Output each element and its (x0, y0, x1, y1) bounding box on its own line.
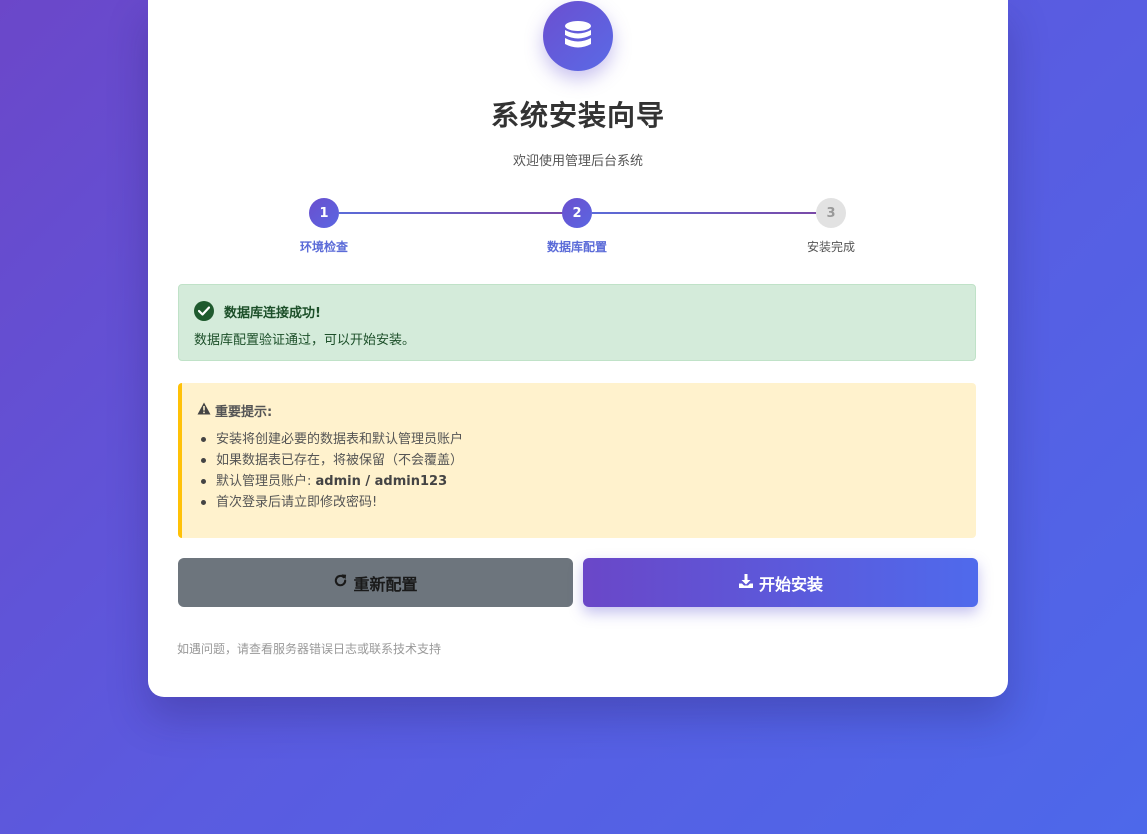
warning-alert: 重要提示: 安装将创建必要的数据表和默认管理员账户 如果数据表已存在，将被保留（… (178, 383, 976, 538)
list-item: 默认管理员账户: admin / admin123 (197, 471, 463, 492)
step-3-indicator: 3 (816, 198, 846, 228)
database-icon (543, 1, 613, 71)
warning-icon (197, 402, 211, 419)
warning-list: 安装将创建必要的数据表和默认管理员账户 如果数据表已存在，将被保留（不会覆盖） … (197, 429, 463, 513)
warning-title-text: 重要提示: (215, 405, 273, 420)
list-item: 安装将创建必要的数据表和默认管理员账户 (197, 429, 463, 450)
step-connector (592, 212, 816, 214)
page-subtitle: 欢迎使用管理后台系统 (512, 154, 643, 169)
success-alert: 数据库连接成功! 数据库配置验证通过，可以开始安装。 (178, 284, 976, 361)
check-circle-icon (194, 301, 214, 321)
warning-title: 重要提示: (197, 401, 272, 420)
success-message: 数据库配置验证通过，可以开始安装。 (194, 333, 416, 348)
installer-card: 系统安装向导 欢迎使用管理后台系统 1 2 3 环境检查 数据库配置 安装完成 … (148, 0, 1008, 697)
step-2-indicator: 2 (562, 198, 592, 228)
footer-note: 如遇问题，请查看服务器错误日志或联系技术支持 (177, 642, 442, 656)
refresh-icon (333, 573, 348, 592)
page-title: 系统安装向导 (490, 99, 665, 132)
step-3-label: 安装完成 (806, 240, 855, 254)
reconfigure-button[interactable]: 重新配置 (178, 558, 573, 607)
success-title: 数据库连接成功! (224, 306, 321, 321)
list-item: 如果数据表已存在，将被保留（不会覆盖） (197, 450, 463, 471)
list-item: 首次登录后请立即修改密码! (197, 492, 463, 513)
start-install-label: 开始安装 (758, 574, 823, 594)
account-label: 默认管理员账户: (216, 474, 316, 489)
step-connector (339, 212, 563, 214)
start-install-button[interactable]: 开始安装 (583, 558, 978, 607)
account-credentials: admin / admin123 (315, 474, 448, 489)
step-1-indicator: 1 (309, 198, 339, 228)
step-2-label: 数据库配置 (546, 240, 607, 254)
step-1-label: 环境检查 (299, 240, 348, 254)
reconfigure-label: 重新配置 (353, 574, 418, 594)
download-icon (738, 573, 754, 593)
